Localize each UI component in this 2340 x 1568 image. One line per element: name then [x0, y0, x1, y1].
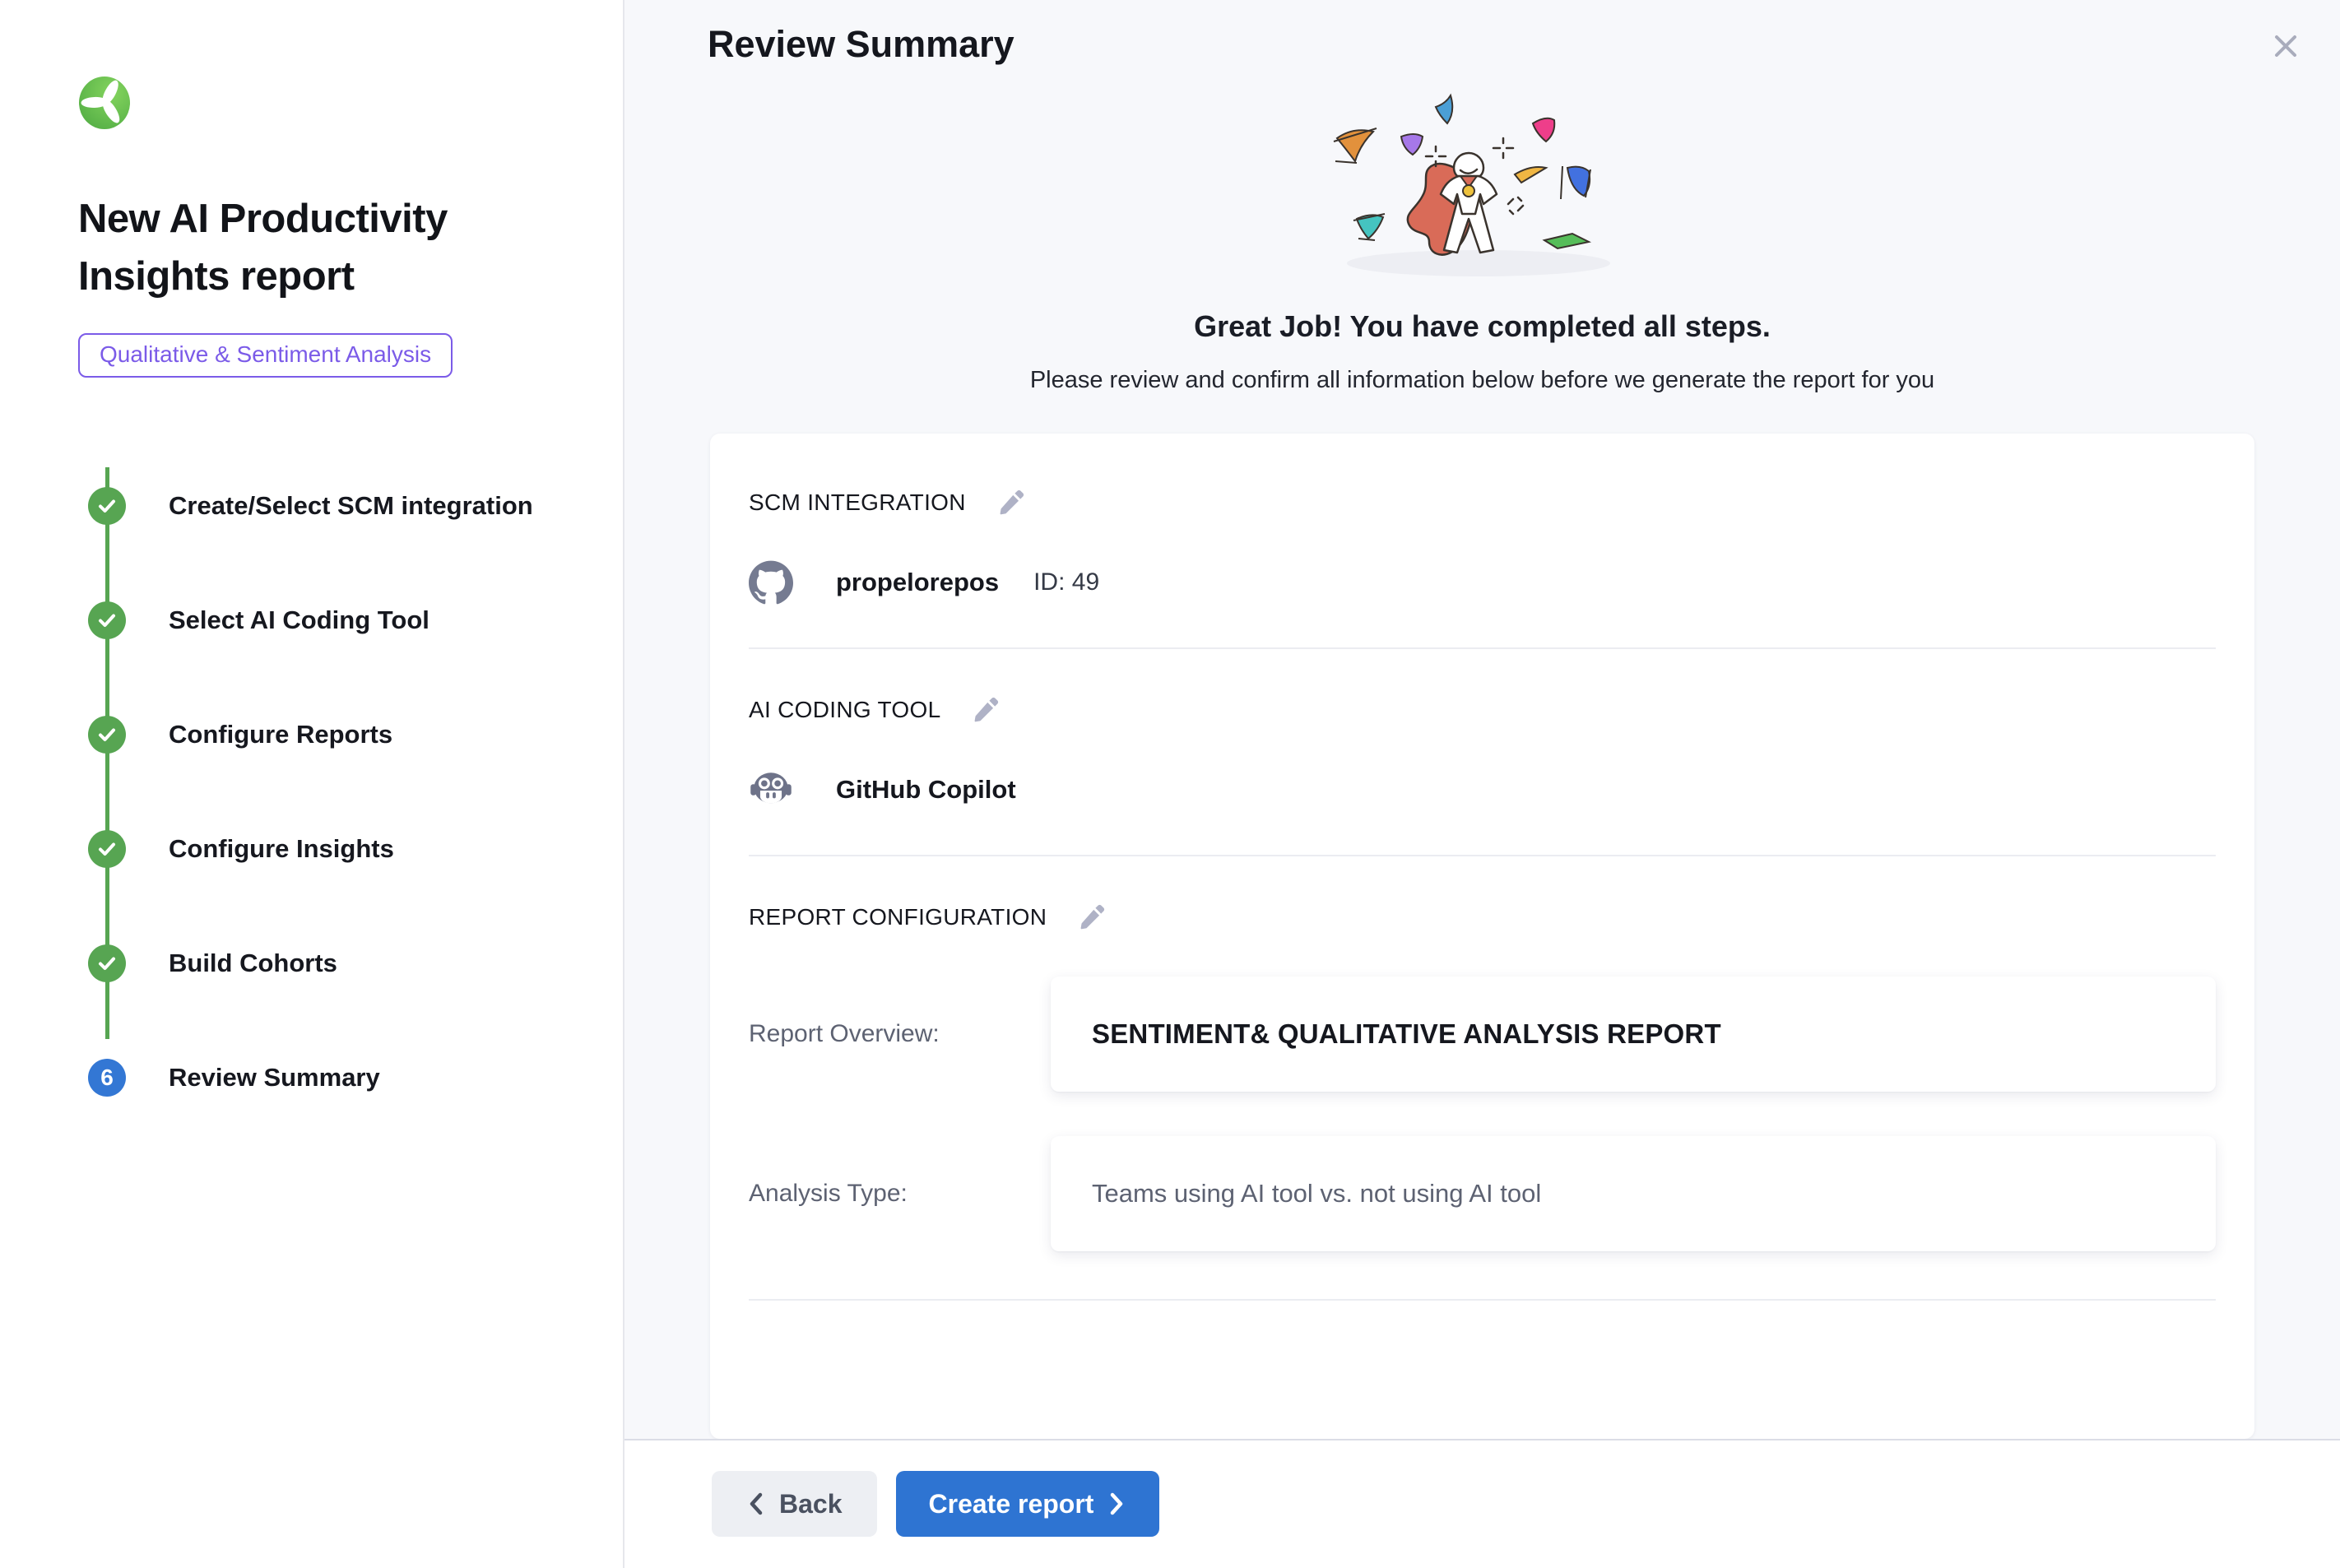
step-label: Create/Select SCM integration [169, 491, 533, 521]
report-configuration-label: REPORT CONFIGURATION [749, 904, 1047, 930]
step-configure-reports[interactable]: Configure Reports [88, 677, 590, 791]
wizard-footer: Back Create report [624, 1439, 2340, 1568]
step-done-check-icon [88, 601, 126, 639]
close-icon[interactable] [2268, 28, 2304, 64]
step-select-ai-coding-tool[interactable]: Select AI Coding Tool [88, 563, 590, 677]
analysis-type-value: Teams using AI tool vs. not using AI too… [1051, 1136, 2216, 1251]
ai-coding-tool-name: GitHub Copilot [836, 775, 1016, 805]
chevron-right-icon [1107, 1491, 1126, 1516]
scm-integration-id: ID: 49 [1033, 568, 1099, 596]
ai-coding-tool-section: AI CODING TOOL [749, 649, 2216, 856]
report-overview-row: Report Overview: SENTIMENT& QUALITATIVE … [749, 977, 2216, 1092]
edit-scm-pencil-icon[interactable] [997, 488, 1027, 517]
review-summary-panel: Review Summary [624, 0, 2340, 1568]
congrats-subheading: Please review and confirm all informatio… [624, 367, 2340, 394]
wizard-stepper: Create/Select SCM integration Select AI … [88, 448, 590, 1134]
summary-card: SCM INTEGRATION propelorepos ID: 49 [710, 434, 2254, 1439]
wizard-sidebar: New AI Productivity Insights report Qual… [0, 0, 624, 1568]
step-label: Build Cohorts [169, 949, 337, 978]
report-configuration-section: REPORT CONFIGURATION Report Overview: SE… [749, 856, 2216, 1301]
step-label: Configure Insights [169, 834, 394, 864]
scm-integration-name: propelorepos [836, 568, 999, 597]
congrats-block: Great Job! You have completed all steps.… [624, 66, 2340, 394]
step-build-cohorts[interactable]: Build Cohorts [88, 906, 590, 1020]
back-button[interactable]: Back [712, 1471, 877, 1537]
chevron-left-icon [746, 1491, 766, 1516]
step-done-check-icon [88, 716, 126, 754]
scm-integration-label: SCM INTEGRATION [749, 489, 966, 516]
step-done-check-icon [88, 944, 126, 982]
wizard-title: New AI Productivity Insights report [78, 191, 506, 305]
congrats-heading: Great Job! You have completed all steps. [624, 309, 2340, 344]
step-number-badge: 6 [88, 1059, 126, 1097]
celebration-hero-illustration [1306, 89, 1660, 293]
app-logo-propeller-icon [78, 76, 131, 130]
section-divider [749, 1299, 2216, 1301]
step-label: Review Summary [169, 1063, 380, 1092]
page-title: Review Summary [708, 23, 2254, 66]
step-create-select-scm[interactable]: Create/Select SCM integration [88, 448, 590, 563]
wizard-type-badge: Qualitative & Sentiment Analysis [78, 333, 453, 378]
edit-report-config-pencil-icon[interactable] [1078, 902, 1107, 932]
panel-header: Review Summary [624, 0, 2340, 66]
scm-integration-section: SCM INTEGRATION propelorepos ID: 49 [749, 488, 2216, 649]
report-overview-value: SENTIMENT& QUALITATIVE ANALYSIS REPORT [1051, 977, 2216, 1092]
step-label: Select AI Coding Tool [169, 605, 429, 635]
copilot-icon [749, 768, 793, 812]
step-review-summary[interactable]: 6 Review Summary [88, 1020, 590, 1134]
github-icon [749, 560, 793, 605]
step-configure-insights[interactable]: Configure Insights [88, 791, 590, 906]
step-label: Configure Reports [169, 720, 392, 749]
ai-coding-tool-label: AI CODING TOOL [749, 697, 940, 723]
step-done-check-icon [88, 487, 126, 525]
edit-ai-tool-pencil-icon[interactable] [972, 695, 1001, 725]
create-report-button[interactable]: Create report [896, 1471, 1160, 1537]
report-overview-label: Report Overview: [749, 1020, 1051, 1048]
analysis-type-row: Analysis Type: Teams using AI tool vs. n… [749, 1136, 2216, 1251]
analysis-type-label: Analysis Type: [749, 1180, 1051, 1208]
step-done-check-icon [88, 830, 126, 868]
